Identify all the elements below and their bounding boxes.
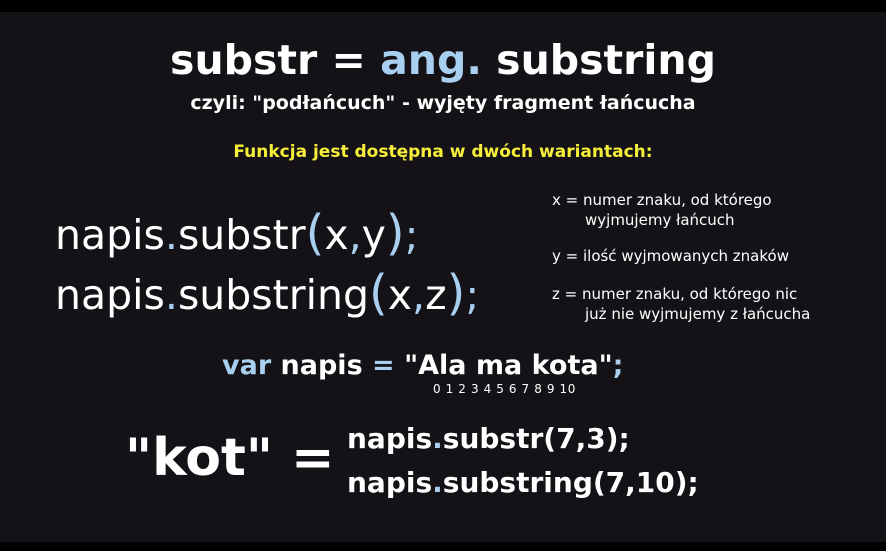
code-arg-a: x	[387, 271, 413, 319]
explanation-y: y = ilość wyjmowanych znaków	[552, 246, 789, 266]
code-arg-a: x	[324, 211, 349, 259]
example-equals: =	[372, 350, 395, 381]
code-dot: .	[164, 271, 178, 319]
example-declaration: var napis = "Ala ma kota";	[222, 350, 623, 381]
code-close-paren: )	[446, 265, 466, 321]
variants-heading: Funkcja jest dostępna w dwóch wariantach…	[233, 142, 653, 162]
explanation-y-line-1: y = ilość wyjmowanych znaków	[552, 247, 789, 265]
slide: substr = ang. substring czyli: "podłańcu…	[0, 12, 886, 542]
code-line-substring: napis.substring(x,z);	[55, 265, 479, 321]
result-obj: napis	[347, 422, 433, 455]
example-keyword: var	[222, 350, 272, 381]
code-dot: .	[164, 211, 178, 259]
code-comma: ,	[348, 211, 362, 259]
result-args: (7,3);	[543, 422, 630, 455]
result-dot: .	[432, 422, 443, 455]
result-args: (7,10);	[592, 466, 699, 499]
title-part-3: substring	[481, 36, 716, 84]
code-method: substr	[177, 211, 306, 259]
example-semicolon: ;	[612, 350, 624, 381]
example-name: napis	[271, 350, 373, 381]
code-obj: napis	[55, 271, 165, 319]
result-method: substring	[442, 466, 593, 499]
explanation-x: x = numer znaku, od którego wyjmujemy ła…	[552, 190, 772, 230]
code-arg-b: z	[425, 271, 447, 319]
code-arg-b: y	[361, 211, 386, 259]
code-method: substring	[177, 271, 370, 319]
explanation-z: z = numer znaku, od którego nic już nie …	[552, 284, 810, 324]
code-obj: napis	[55, 211, 165, 259]
subtitle: czyli: "podłańcuch" - wyjęty fragment ła…	[190, 92, 696, 114]
page-title: substr = ang. substring	[0, 36, 886, 84]
result-call-substring: napis.substring(7,10);	[347, 466, 699, 499]
code-open-paren: (	[305, 205, 325, 261]
character-indices: 0 1 2 3 4 5 6 7 8 9 10	[433, 382, 576, 396]
result-dot: .	[432, 466, 443, 499]
explanation-x-line-1: x = numer znaku, od którego	[552, 191, 772, 209]
code-semicolon: ;	[404, 211, 419, 259]
code-open-paren: (	[369, 265, 388, 321]
code-comma: ,	[412, 271, 426, 319]
code-close-paren: )	[385, 205, 405, 261]
result-method: substr	[442, 422, 544, 455]
explanation-z-line-2: już nie wyjmujemy z łańcucha	[585, 305, 811, 323]
title-part-1: substr =	[170, 36, 381, 84]
code-semicolon: ;	[465, 271, 480, 319]
title-part-2: ang.	[380, 36, 482, 84]
result-value: "kot" =	[125, 428, 335, 488]
result-obj: napis	[347, 466, 433, 499]
explanation-z-line-1: z = numer znaku, od którego nic	[552, 285, 798, 303]
code-line-substr: napis.substr(x,y);	[55, 205, 418, 261]
example-value: "Ala ma kota"	[394, 350, 613, 381]
result-call-substr: napis.substr(7,3);	[347, 422, 630, 455]
explanation-x-line-2: wyjmujemy łańcuch	[585, 211, 735, 229]
